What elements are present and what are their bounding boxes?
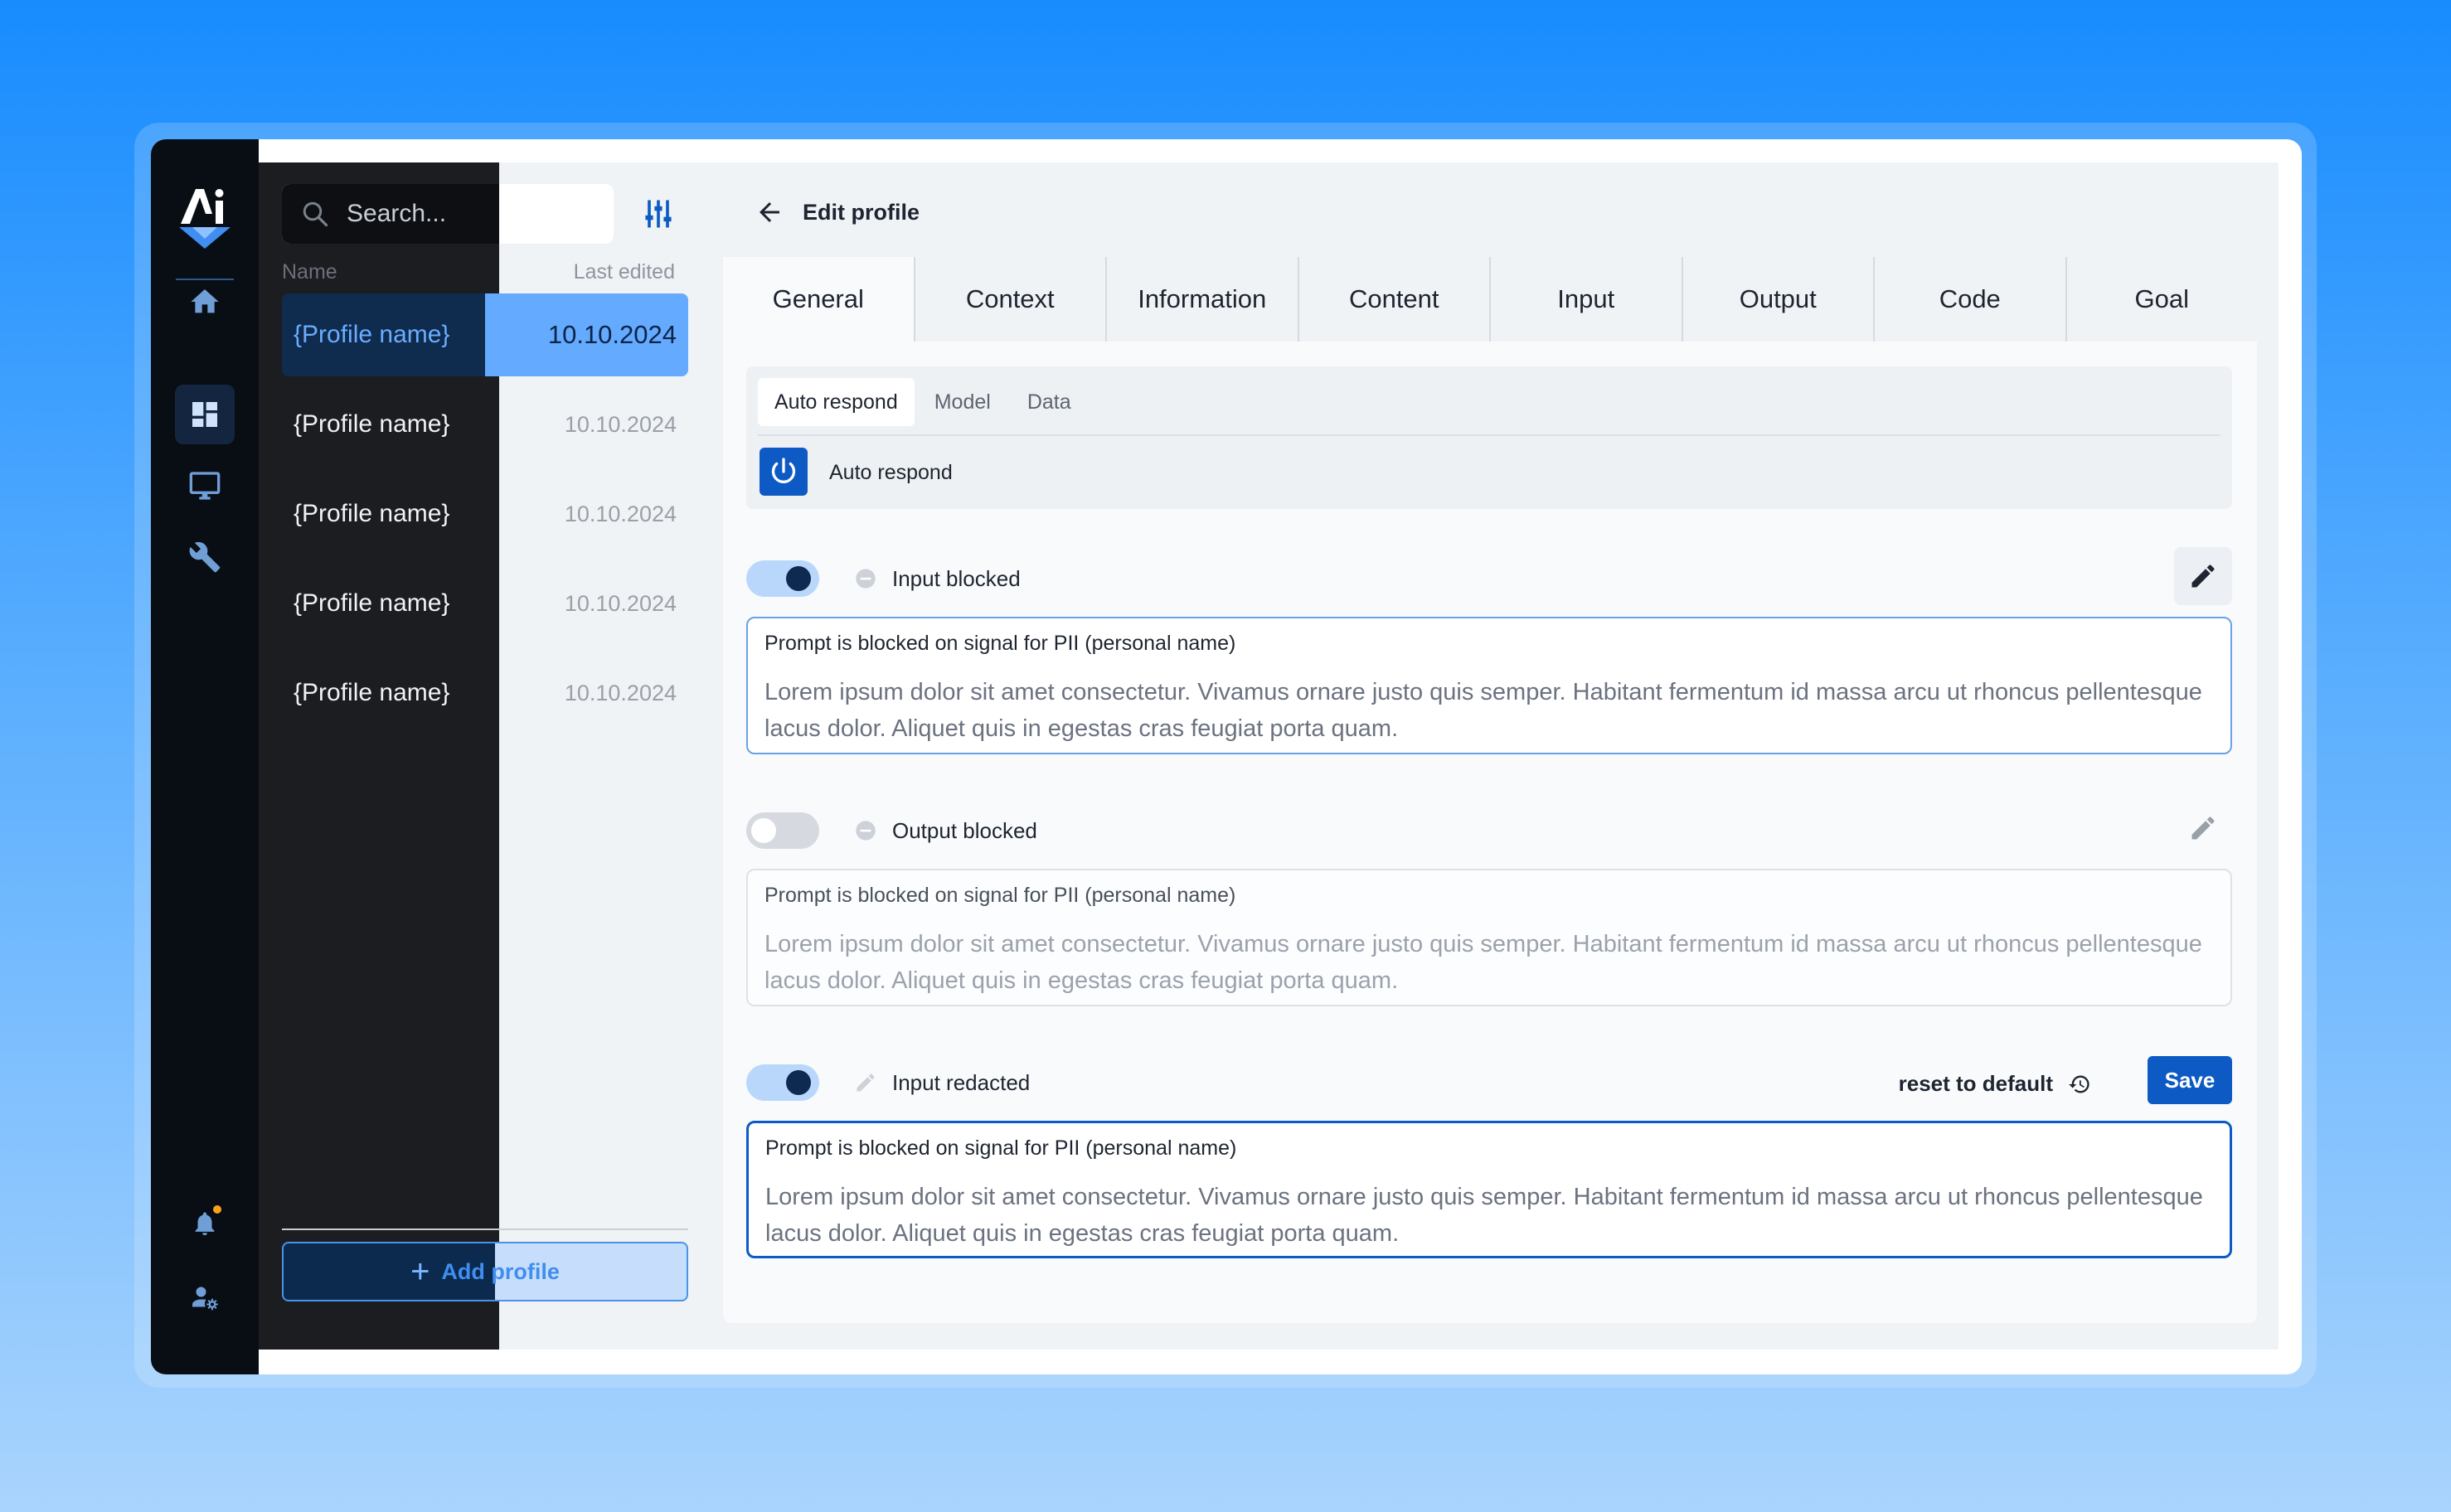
sliders-icon: [645, 200, 672, 228]
prompt-text: Lorem ipsum dolor sit amet consectetur. …: [764, 931, 2202, 994]
nav-rail: [151, 139, 259, 1374]
bell-icon: [195, 1212, 215, 1236]
filter-button[interactable]: [640, 196, 677, 232]
input-blocked-prompt-field[interactable]: Prompt is blocked on signal for PII (per…: [746, 617, 2232, 754]
profile-editor: Edit profile General Context Information…: [723, 162, 2279, 1350]
tab-content[interactable]: Content: [1298, 257, 1491, 342]
auto-respond-power-button[interactable]: [760, 448, 808, 496]
profile-name: {Profile name}: [294, 679, 450, 706]
toggle-knob: [786, 566, 811, 591]
save-button[interactable]: Save: [2148, 1056, 2232, 1104]
search-icon: [303, 201, 328, 227]
prompt-text: Lorem ipsum dolor sit amet consectetur. …: [765, 1184, 2203, 1247]
power-icon: [771, 458, 796, 483]
search-input[interactable]: [347, 184, 595, 244]
tab-output[interactable]: Output: [1682, 257, 1875, 342]
subtab-model[interactable]: Model: [918, 378, 1007, 426]
toggle-knob: [751, 818, 776, 843]
tab-general[interactable]: General: [723, 257, 915, 342]
profile-date: 10.10.2024: [564, 501, 677, 526]
user-settings-icon: [192, 1287, 218, 1311]
notification-badge: [213, 1205, 221, 1214]
add-profile-label: Add profile: [441, 1258, 560, 1284]
rule-label: Input blocked: [892, 566, 1021, 591]
profile-name: {Profile name}: [294, 410, 450, 438]
edit-button[interactable]: [2174, 799, 2232, 857]
tab-input[interactable]: Input: [1491, 257, 1683, 342]
history-icon: [2069, 1075, 2089, 1093]
subtab-data[interactable]: Data: [1011, 378, 1088, 426]
tab-bar: General Context Information Content Inpu…: [723, 257, 2257, 342]
profile-date: 10.10.2024: [564, 411, 677, 437]
blocked-icon: [856, 569, 876, 589]
tools-icon: [189, 541, 221, 573]
profiles-panel: Name Last edited {Profile name} 10.10.20…: [259, 162, 723, 1350]
monitor-icon: [189, 472, 221, 500]
reset-label: reset to default: [1898, 1071, 2053, 1096]
pencil-icon: [2191, 565, 2215, 588]
edit-button[interactable]: [2174, 547, 2232, 605]
profile-name: {Profile name}: [294, 589, 450, 617]
profile-name: {Profile name}: [294, 321, 450, 348]
prompt-title: Prompt is blocked on signal for PII (per…: [764, 884, 1236, 907]
arrow-left-icon: [760, 202, 779, 222]
profile-name: {Profile name}: [294, 500, 450, 527]
dashboard-icon: [192, 402, 217, 427]
back-button[interactable]: Edit profile: [755, 197, 920, 227]
add-profile-button[interactable]: + Add profile: [282, 1242, 688, 1301]
prompt-text: Lorem ipsum dolor sit amet consectetur. …: [764, 679, 2202, 742]
nav-user-settings[interactable]: [175, 1268, 235, 1328]
nav-dashboard[interactable]: [175, 385, 235, 444]
profile-row[interactable]: {Profile name} 10.10.2024: [282, 652, 688, 734]
prompt-title: Prompt is blocked on signal for PII (per…: [765, 1136, 1237, 1160]
page-title: Edit profile: [803, 199, 920, 225]
output-blocked-prompt-field[interactable]: Prompt is blocked on signal for PII (per…: [746, 869, 2232, 1006]
output-blocked-toggle[interactable]: [746, 812, 819, 849]
search-box[interactable]: [282, 184, 614, 244]
tab-code[interactable]: Code: [1875, 257, 2067, 342]
profile-row[interactable]: {Profile name} 10.10.2024: [282, 562, 688, 645]
home-icon: [191, 289, 219, 313]
profile-date: 10.10.2024: [564, 590, 677, 616]
app-logo[interactable]: [176, 182, 234, 249]
tab-goal[interactable]: Goal: [2066, 257, 2257, 342]
add-profile-divider: [282, 1228, 688, 1230]
nav-monitor[interactable]: [175, 456, 235, 516]
auto-respond-card: Auto respond Model Data Auto respond: [746, 366, 2232, 509]
toggle-knob: [786, 1070, 811, 1095]
rule-header-input-redacted: Input redacted reset to default Save: [746, 1056, 2232, 1109]
blocked-icon: [856, 821, 876, 841]
tab-information[interactable]: Information: [1107, 257, 1299, 342]
profile-date: 10.10.2024: [564, 680, 677, 705]
pencil-icon: [2191, 817, 2215, 840]
rule-header-output-blocked: Output blocked: [746, 804, 2232, 857]
app-window: Name Last edited {Profile name} 10.10.20…: [151, 139, 2302, 1374]
nav-home[interactable]: [175, 272, 235, 332]
nav-notifications[interactable]: [175, 1194, 235, 1253]
column-header-last-edited[interactable]: Last edited: [574, 260, 675, 284]
rule-label: Output blocked: [892, 818, 1037, 843]
profile-row[interactable]: {Profile name} 10.10.2024: [282, 293, 688, 376]
subtab-auto-respond[interactable]: Auto respond: [758, 378, 915, 426]
input-redacted-toggle[interactable]: [746, 1064, 819, 1101]
prompt-title: Prompt is blocked on signal for PII (per…: [764, 632, 1236, 655]
subtab-bar: Auto respond Model Data: [758, 378, 1088, 426]
general-panel: Auto respond Model Data Auto respond Inp…: [723, 342, 2257, 1323]
auto-respond-label: Auto respond: [829, 461, 953, 484]
redact-pencil-icon: [857, 1073, 875, 1092]
profile-row[interactable]: {Profile name} 10.10.2024: [282, 383, 688, 466]
input-blocked-toggle[interactable]: [746, 560, 819, 597]
column-header-name[interactable]: Name: [282, 260, 337, 284]
profile-row[interactable]: {Profile name} 10.10.2024: [282, 472, 688, 555]
reset-to-default-button[interactable]: reset to default: [1899, 1071, 2091, 1097]
subpanel-divider: [758, 434, 2220, 436]
input-redacted-prompt-field[interactable]: Prompt is blocked on signal for PII (per…: [746, 1121, 2232, 1258]
nav-tools[interactable]: [175, 527, 235, 587]
rule-header-input-blocked: Input blocked: [746, 547, 2232, 605]
tab-context[interactable]: Context: [915, 257, 1107, 342]
profile-date: 10.10.2024: [547, 320, 677, 349]
rule-label: Input redacted: [892, 1070, 1031, 1095]
plus-icon: +: [410, 1253, 430, 1290]
